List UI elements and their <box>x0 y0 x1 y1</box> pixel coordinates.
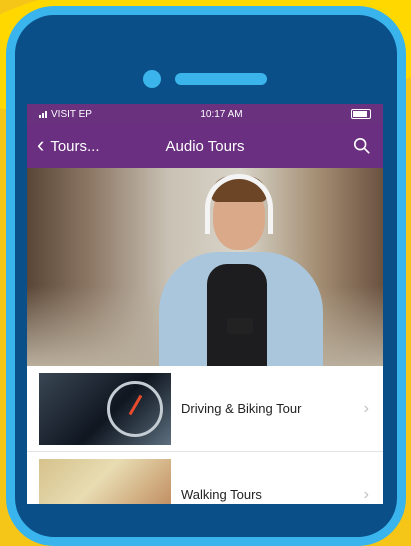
speaker-slot <box>175 73 267 85</box>
navigation-bar: ‹ Tours... Audio Tours <box>27 124 383 168</box>
tour-item-walking[interactable]: Walking Tours › <box>27 452 383 504</box>
status-time: 10:17 AM <box>200 108 243 120</box>
signal-icon <box>39 110 47 118</box>
battery-icon <box>351 109 371 119</box>
app-screen: VISIT EP 10:17 AM ‹ Tours... Audio Tours… <box>27 104 383 504</box>
status-left: VISIT EP <box>39 109 92 120</box>
chevron-right-icon: › <box>363 399 369 417</box>
walking-thumbnail <box>39 458 171 504</box>
hero-phone <box>227 318 253 334</box>
chevron-left-icon: ‹ <box>37 131 45 157</box>
headphones-icon <box>205 174 273 234</box>
carrier-label: VISIT EP <box>51 108 92 120</box>
tour-item-driving[interactable]: Driving & Biking Tour › <box>27 366 383 452</box>
hero-person-shirt <box>207 264 267 366</box>
back-label: Tours... <box>50 137 100 155</box>
hero-image <box>27 168 383 366</box>
driving-thumbnail <box>39 372 171 445</box>
tour-item-label: Driving & Biking Tour <box>181 401 302 416</box>
search-icon[interactable] <box>353 137 371 155</box>
speedometer-icon <box>107 380 163 437</box>
back-button[interactable]: ‹ Tours... <box>37 131 100 157</box>
camera-dot <box>143 70 161 88</box>
status-bar: VISIT EP 10:17 AM <box>27 104 383 124</box>
chevron-right-icon: › <box>363 485 369 503</box>
